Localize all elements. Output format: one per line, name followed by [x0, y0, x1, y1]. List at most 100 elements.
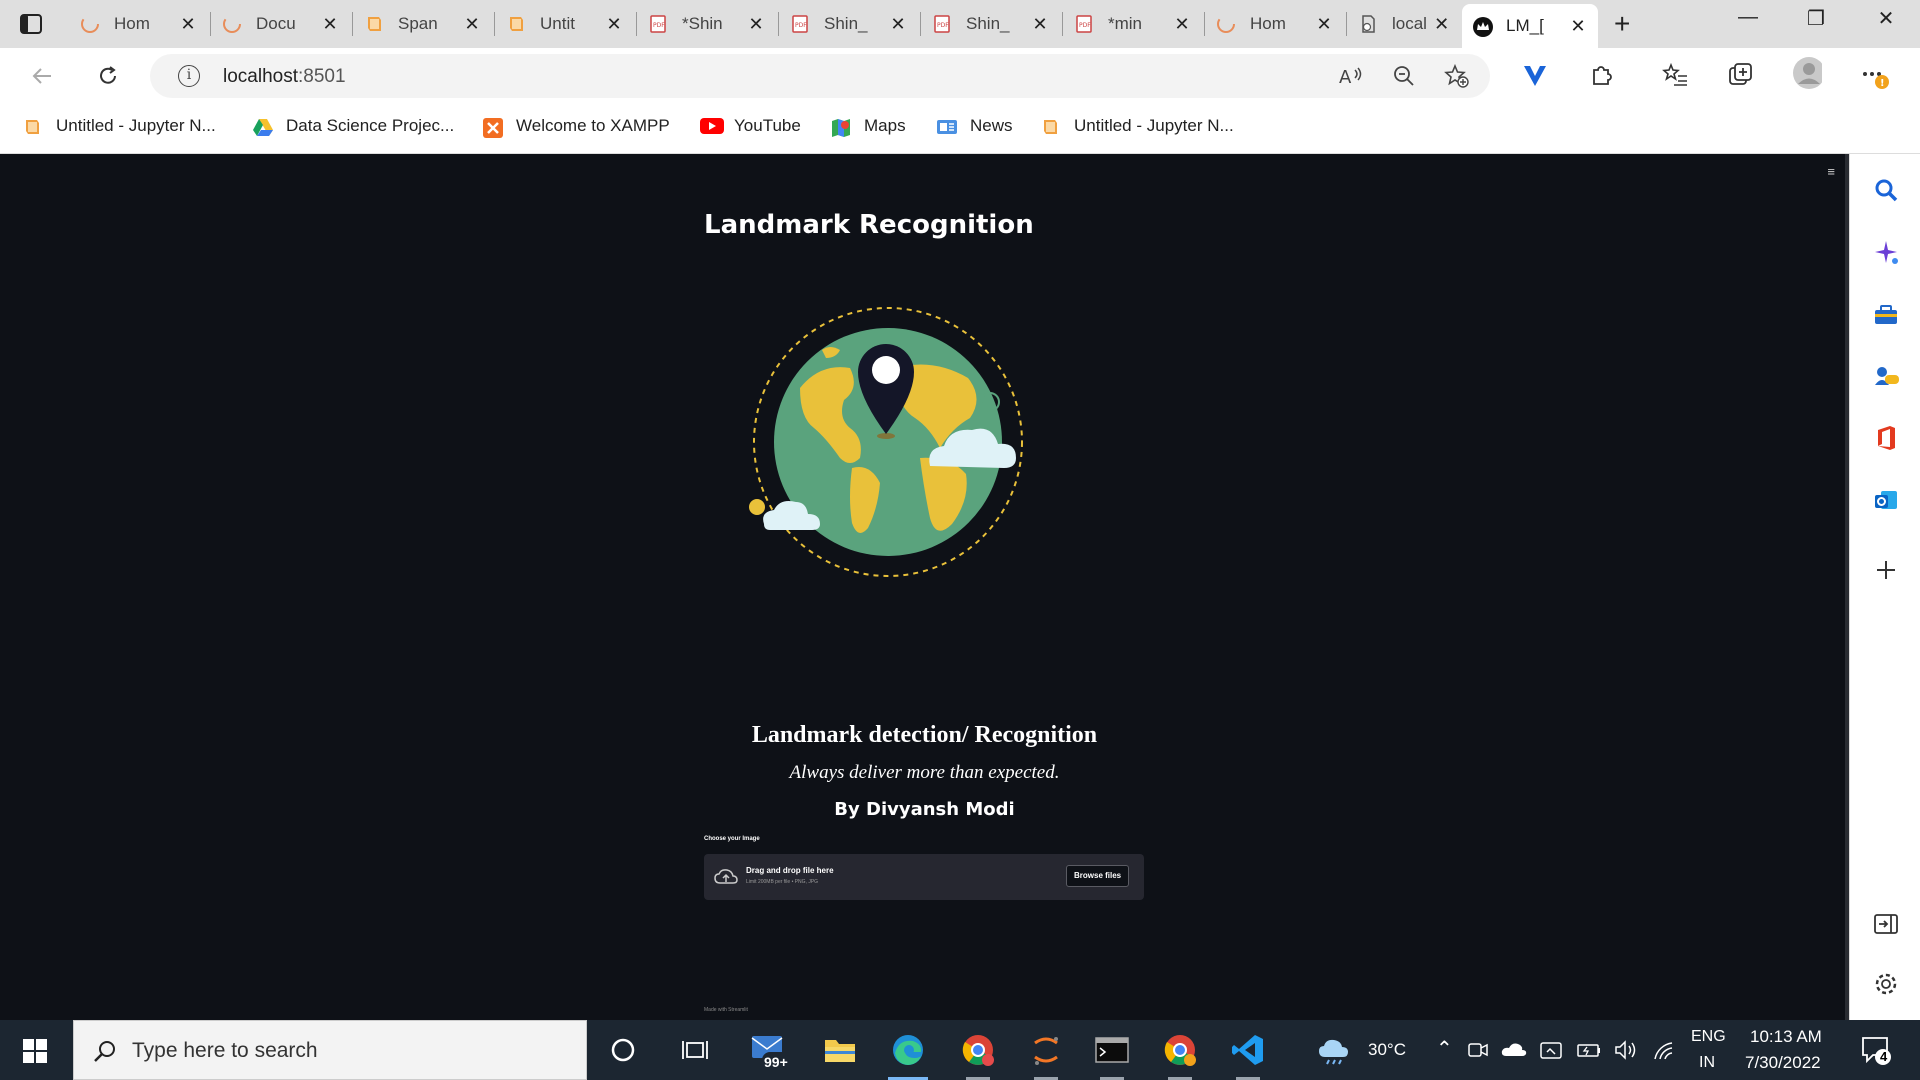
tools-icon[interactable]	[1872, 300, 1900, 328]
tab-span[interactable]: Span ✕	[354, 6, 492, 42]
language-region[interactable]: IN	[1699, 1054, 1715, 1072]
tab-pdf-shin-1[interactable]: PDF *Shin ✕	[638, 6, 776, 42]
close-tab-icon[interactable]: ✕	[1433, 14, 1450, 35]
windows-start-icon[interactable]	[22, 1038, 48, 1069]
extensions-icon[interactable]	[1586, 60, 1616, 90]
tab-local[interactable]: local ✕	[1348, 6, 1460, 42]
google-drive-icon	[252, 117, 273, 136]
bookmark-maps[interactable]: Maps	[830, 116, 906, 137]
mail-badge: 99+	[764, 1054, 788, 1070]
close-tab-icon[interactable]: ✕	[178, 14, 198, 35]
tab-home-2[interactable]: Hom ✕	[1206, 6, 1344, 42]
device-icon[interactable]	[1538, 1030, 1564, 1070]
clock-date[interactable]: 7/30/2022	[1745, 1053, 1821, 1073]
tab-home-1[interactable]: Hom ✕	[70, 6, 208, 42]
sidebar-settings-icon[interactable]	[1872, 970, 1900, 998]
settings-more-icon[interactable]: !	[1860, 60, 1890, 90]
vscode-icon[interactable]	[1228, 1030, 1268, 1080]
tab-pdf-shin-2[interactable]: PDF Shin_ ✕	[780, 6, 918, 42]
file-dropzone[interactable]: Drag and drop file here Limit 200MB per …	[704, 854, 1144, 900]
minimize-icon[interactable]: —	[1728, 6, 1768, 29]
site-info-icon[interactable]: i	[178, 65, 200, 87]
weather-temp[interactable]: 30°C	[1368, 1040, 1406, 1060]
discover-sparkle-icon[interactable]	[1872, 238, 1900, 266]
read-aloud-icon[interactable]: A	[1338, 64, 1364, 94]
tab-active-lm[interactable]: LM_[ ✕	[1462, 4, 1598, 48]
tab-title: Untit	[540, 14, 575, 33]
games-icon[interactable]	[1872, 362, 1900, 390]
battery-icon[interactable]	[1576, 1030, 1602, 1070]
bookmark-jupyter-1[interactable]: Untitled - Jupyter N...	[22, 116, 216, 136]
close-tab-icon[interactable]: ✕	[604, 14, 624, 35]
mail-icon[interactable]: 99+	[750, 1030, 790, 1070]
tab-pdf-min[interactable]: PDF *min ✕	[1064, 6, 1202, 42]
loading-spinner-icon	[1216, 14, 1236, 34]
office-icon[interactable]	[1872, 424, 1900, 452]
close-tab-icon[interactable]: ✕	[888, 14, 908, 35]
weather-icon[interactable]	[1316, 1030, 1356, 1070]
close-tab-icon[interactable]: ✕	[1314, 14, 1334, 35]
language-code[interactable]: ENG	[1691, 1028, 1726, 1046]
volume-icon[interactable]	[1614, 1030, 1640, 1070]
clock-time[interactable]: 10:13 AM	[1750, 1027, 1822, 1047]
jupyter-taskbar-icon[interactable]	[1026, 1030, 1066, 1080]
chrome-d-profile-icon[interactable]	[958, 1030, 998, 1080]
streamlit-footer[interactable]: Made with Streamlit	[704, 1007, 748, 1013]
collections-icon[interactable]	[1726, 60, 1756, 90]
jupyter-book-icon	[1040, 117, 1060, 135]
meet-now-icon[interactable]	[1466, 1030, 1490, 1070]
terminal-icon[interactable]	[1092, 1030, 1132, 1080]
close-tab-icon[interactable]: ✕	[1030, 14, 1050, 35]
close-tab-icon[interactable]: ✕	[320, 14, 340, 35]
taskbar-search-box[interactable]: Type here to search	[73, 1020, 587, 1080]
add-favorite-icon[interactable]	[1444, 63, 1470, 94]
restore-icon[interactable]: ❐	[1796, 6, 1836, 31]
show-hidden-icons-icon[interactable]: ⌃	[1436, 1036, 1453, 1061]
vpn-extension-icon[interactable]	[1520, 60, 1550, 90]
bookmark-xampp[interactable]: Welcome to XAMPP	[482, 116, 670, 138]
address-bar[interactable]: i localhost:8501 A	[150, 54, 1490, 98]
hide-sidebar-icon[interactable]	[1872, 910, 1900, 938]
file-explorer-icon[interactable]	[820, 1030, 860, 1070]
bookmark-jupyter-2[interactable]: Untitled - Jupyter N...	[1040, 116, 1234, 136]
task-view-icon[interactable]	[675, 1030, 715, 1070]
tab-title: Hom	[1250, 14, 1286, 33]
tab-docu[interactable]: Docu ✕	[212, 6, 350, 42]
url-text[interactable]: localhost:8501	[223, 66, 346, 88]
author-line: By Divyansh Modi	[834, 799, 1015, 820]
refresh-icon[interactable]	[92, 60, 124, 92]
search-icon[interactable]	[1872, 176, 1900, 204]
bookmark-news[interactable]: News	[936, 116, 1013, 136]
pdf-icon: PDF	[932, 14, 952, 34]
new-tab-icon[interactable]: +	[1614, 8, 1630, 40]
loading-spinner-icon	[222, 14, 242, 34]
browse-files-button[interactable]: Browse files	[1066, 865, 1130, 887]
close-window-icon[interactable]: ✕	[1866, 6, 1906, 31]
close-tab-icon[interactable]: ✕	[1568, 16, 1588, 37]
chrome-y-profile-icon[interactable]	[1160, 1030, 1200, 1080]
tab-actions-icon[interactable]	[16, 10, 46, 38]
tab-untit[interactable]: Untit ✕	[496, 6, 634, 42]
back-icon[interactable]	[26, 60, 58, 92]
close-tab-icon[interactable]: ✕	[1172, 14, 1192, 35]
maps-icon	[830, 117, 850, 137]
hamburger-menu-icon[interactable]: ≡	[1827, 164, 1835, 179]
close-tab-icon[interactable]: ✕	[746, 14, 766, 35]
svg-text:PDF: PDF	[1079, 22, 1091, 29]
close-tab-icon[interactable]: ✕	[462, 14, 482, 35]
onedrive-icon[interactable]	[1500, 1030, 1528, 1070]
notifications-icon[interactable]: 4	[1856, 1030, 1896, 1070]
bookmark-data-science[interactable]: Data Science Projec...	[252, 116, 454, 136]
upload-limit-text: Limit 200MB per file • PNG, JPG	[746, 879, 819, 885]
bookmark-youtube[interactable]: YouTube	[700, 116, 801, 136]
add-sidebar-app-icon[interactable]	[1872, 556, 1900, 584]
wifi-icon[interactable]	[1652, 1030, 1678, 1070]
favorites-icon[interactable]	[1660, 60, 1690, 90]
zoom-out-icon[interactable]	[1392, 64, 1416, 94]
cortana-icon[interactable]	[603, 1030, 643, 1070]
outlook-icon[interactable]	[1872, 486, 1900, 514]
edge-taskbar-icon[interactable]	[888, 1030, 928, 1080]
profile-avatar[interactable]	[1792, 57, 1822, 89]
tab-pdf-shin-3[interactable]: PDF Shin_ ✕	[922, 6, 1060, 42]
tab-title: Docu	[256, 14, 296, 33]
